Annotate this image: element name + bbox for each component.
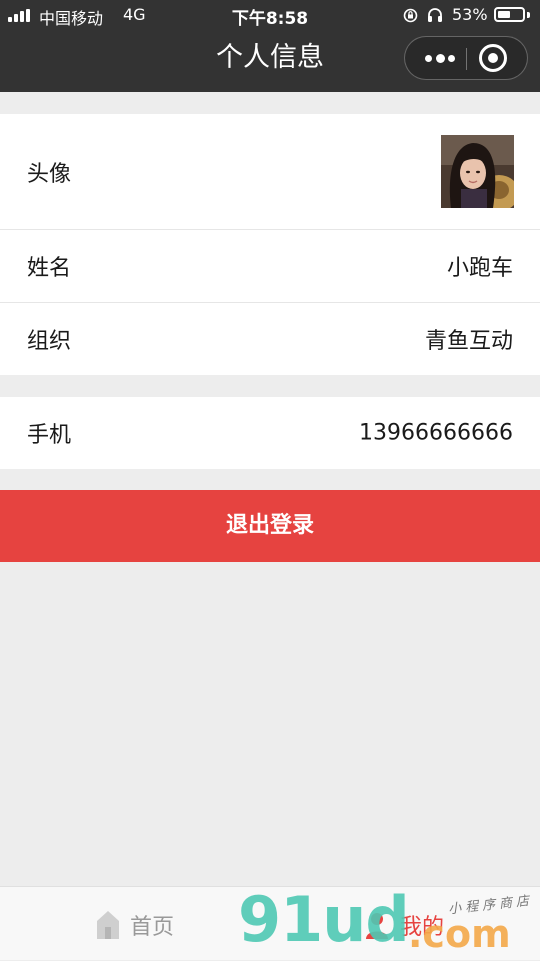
navigation-bar: 中国移动 4G 下午8:58 53% 个人信息: [0, 0, 540, 92]
name-label: 姓名: [27, 256, 72, 281]
tab-mine-label: 我的: [400, 915, 445, 940]
name-row[interactable]: 姓名 小跑车: [0, 230, 540, 302]
tab-mine[interactable]: 我的: [360, 887, 480, 961]
battery-percent: 53%: [452, 5, 488, 24]
organization-row[interactable]: 组织 青鱼互动: [0, 303, 540, 375]
mini-program-capsule: [404, 36, 528, 80]
phone-value: 13966666666: [359, 420, 513, 446]
tab-bar: 首页 我的: [0, 886, 540, 960]
tab-home[interactable]: 首页: [80, 887, 220, 961]
phone-label: 手机: [27, 423, 72, 448]
avatar-label: 头像: [27, 161, 72, 187]
profile-group: 头像 姓名 小跑车 组织 青鱼互动: [0, 114, 540, 375]
more-menu-button[interactable]: [417, 37, 461, 79]
phone-row[interactable]: 手机 13966666666: [0, 397, 540, 469]
name-value: 小跑车: [446, 256, 513, 281]
capsule-divider: [466, 48, 467, 70]
organization-label: 组织: [27, 329, 72, 354]
close-mini-program-button[interactable]: [479, 44, 507, 72]
organization-value: 青鱼互动: [424, 329, 513, 354]
battery-level: [498, 11, 510, 18]
home-icon: [97, 911, 119, 939]
more-dots-icon: [425, 55, 432, 62]
rotation-lock-icon: [403, 8, 418, 23]
user-icon: [366, 913, 388, 939]
logout-button[interactable]: 退出登录: [0, 490, 540, 562]
battery-tip: [527, 12, 530, 18]
tab-home-label: 首页: [130, 915, 175, 940]
status-bar: 中国移动 4G 下午8:58 53%: [0, 0, 540, 30]
avatar-row[interactable]: 头像: [0, 114, 540, 229]
battery-icon: [494, 7, 525, 22]
contact-group: 手机 13966666666: [0, 397, 540, 469]
headphones-icon: [428, 8, 442, 22]
avatar[interactable]: [441, 135, 514, 208]
